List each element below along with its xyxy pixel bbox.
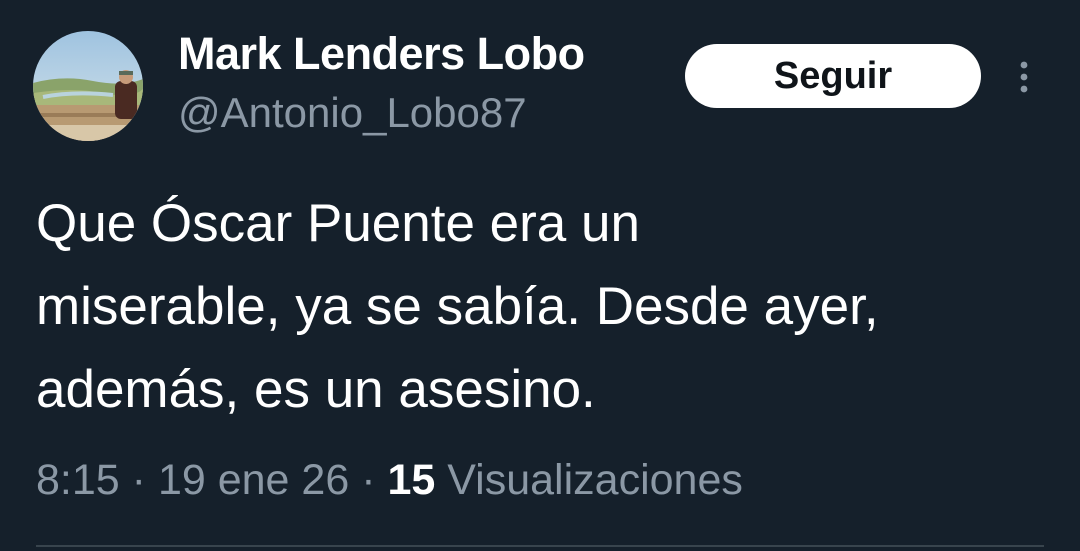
tweet-meta: 8:15 · 19 ene 26 · 15 Visualizaciones xyxy=(36,452,743,508)
author-display-name[interactable]: Mark Lenders Lobo xyxy=(178,28,585,80)
avatar[interactable] xyxy=(33,31,143,141)
tweet-card: Mark Lenders Lobo @Antonio_Lobo87 Seguir… xyxy=(0,0,1080,551)
meta-separator: · xyxy=(131,456,146,504)
views-count: 15 xyxy=(387,456,436,504)
author-handle[interactable]: @Antonio_Lobo87 xyxy=(178,88,527,138)
views-label: Visualizaciones xyxy=(447,456,743,504)
divider xyxy=(36,545,1044,547)
follow-button[interactable]: Seguir xyxy=(685,44,981,108)
meta-separator: · xyxy=(361,456,376,504)
tweet-text: Que Óscar Puente era un miserable, ya se… xyxy=(36,194,879,419)
tweet-date[interactable]: 19 ene 26 xyxy=(158,456,349,504)
more-vertical-icon[interactable] xyxy=(1013,56,1035,98)
tweet-time[interactable]: 8:15 xyxy=(36,456,120,504)
